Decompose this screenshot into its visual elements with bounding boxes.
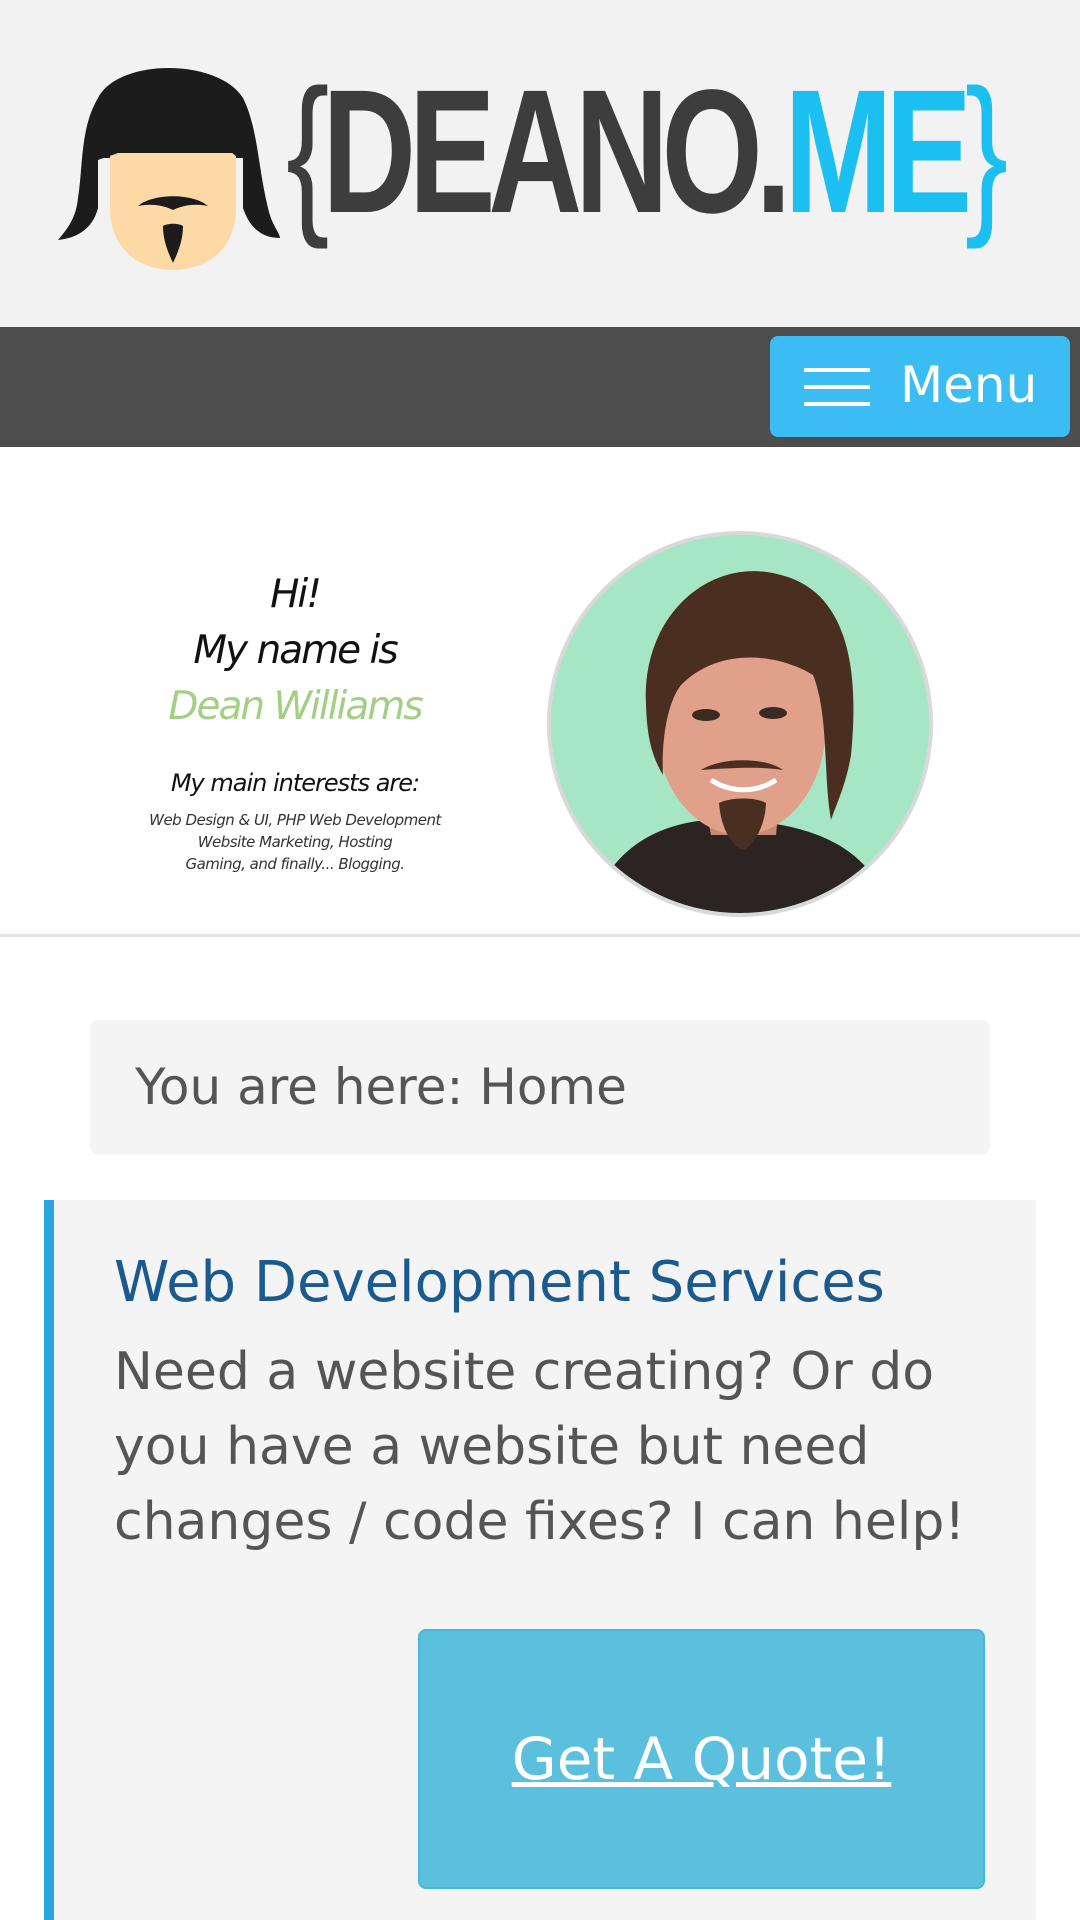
get-quote-label[interactable]: Get A Quote! (512, 1724, 892, 1794)
interests-heading: My main interests are: (170, 769, 420, 797)
get-quote-button[interactable]: Get A Quote! (418, 1629, 985, 1889)
intro-banner: Hi! My name is Dean Williams My main int… (0, 447, 1080, 937)
greeting: Hi! (270, 572, 322, 617)
interests-line: Gaming, and finally... Blogging. (185, 855, 405, 873)
interests-line: Web Design & UI, PHP Web Development (149, 811, 441, 829)
bearded-face-icon (58, 68, 280, 270)
name-intro: My name is (193, 628, 398, 673)
nav-bar: Menu (0, 327, 1080, 447)
author-name: Dean Williams (168, 684, 423, 729)
interests-list: Web Design & UI, PHP Web Development Web… (110, 809, 480, 875)
breadcrumb-text: You are here: Home (135, 1058, 627, 1116)
menu-button[interactable]: Menu (770, 336, 1070, 437)
profile-photo (547, 531, 933, 917)
breadcrumb: You are here: Home (90, 1020, 990, 1154)
service-card: Web Development Services Need a website … (44, 1200, 1036, 1920)
site-logo[interactable]: {DEANO.ME} (58, 54, 1018, 272)
hamburger-icon (804, 368, 870, 406)
interests-line: Website Marketing, Hosting (197, 833, 393, 851)
site-header: {DEANO.ME} (0, 0, 1080, 327)
service-title: Web Development Services (114, 1250, 885, 1315)
menu-label: Menu (900, 356, 1038, 414)
service-description: Need a website creating? Or do you have … (114, 1342, 966, 1552)
logo-wordmark: {DEANO.ME} (286, 54, 1008, 250)
intro-text: Hi! My name is Dean Williams My main int… (110, 567, 480, 875)
